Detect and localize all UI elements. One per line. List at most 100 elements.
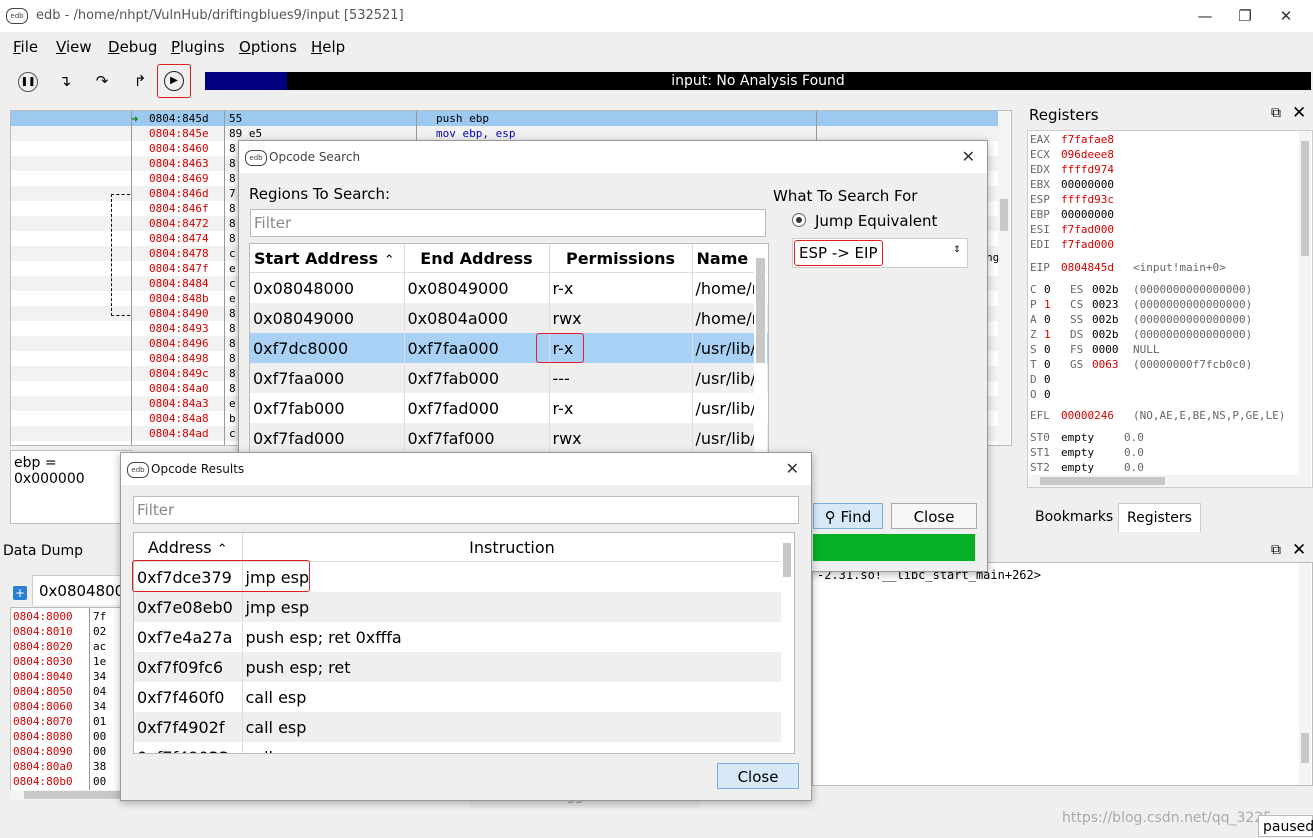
search-close-button[interactable]: Close — [891, 503, 977, 529]
float-panel-icon[interactable]: ⧉ — [1271, 105, 1281, 121]
minimize-icon[interactable]: — — [1195, 6, 1215, 26]
run-button[interactable]: ▶ — [157, 64, 191, 98]
col-start-address[interactable]: Start Address ⌃ — [250, 244, 405, 273]
region-row[interactable]: 0xf7fab000 0xf7fad000 r-x/usr/lib/ — [250, 393, 768, 423]
segment-value[interactable]: 002b — [1092, 313, 1119, 326]
add-tab-icon[interactable]: + — [13, 586, 27, 600]
results-scrollbar[interactable] — [781, 533, 793, 753]
find-button[interactable]: ⚲ Find — [813, 503, 883, 529]
fpu-register-state[interactable]: empty — [1061, 461, 1094, 474]
dump-row[interactable]: 0804:8080 00 — [13, 729, 106, 744]
register-value[interactable]: f7fafae8 — [1061, 133, 1114, 146]
segment-value[interactable]: 0063 — [1092, 358, 1119, 371]
opcode-results-close-icon[interactable]: ✕ — [786, 459, 799, 478]
dump-row[interactable]: 0804:8020 ac — [13, 639, 106, 654]
dump-row[interactable]: 0804:80a0 38 — [13, 759, 106, 774]
dump-tab[interactable]: 0x0804800 — [32, 575, 127, 605]
result-row[interactable]: 0xf7f49033call esp — [134, 742, 783, 753]
register-value[interactable]: 096deee8 — [1061, 148, 1114, 161]
disasm-scrollbar[interactable] — [998, 111, 1010, 445]
registers-hscroll-thumb[interactable] — [1040, 477, 1165, 485]
result-row[interactable]: 0xf7e08eb0 jmp esp — [134, 592, 783, 622]
disasm-row[interactable]: 0804:845d 55 push ebp — [11, 111, 1001, 126]
result-row[interactable]: 0xf7dce379 jmp esp — [134, 561, 783, 592]
segment-value[interactable]: 0023 — [1092, 298, 1119, 311]
col-end-address[interactable]: End Address — [404, 244, 550, 273]
menu-plugins[interactable]: Plugins — [171, 38, 225, 56]
menu-debug[interactable]: Debug — [108, 38, 157, 56]
register-value[interactable]: 0804845d — [1061, 261, 1114, 274]
dump-hscrollbar[interactable] — [10, 790, 125, 800]
dump-row[interactable]: 0804:8070 01 — [13, 714, 106, 729]
registers-scroll-thumb[interactable] — [1301, 141, 1309, 256]
results-table[interactable]: Address ⌃ Instruction 0xf7dce379 jmp esp 0… — [133, 532, 795, 754]
register-value[interactable]: 00000000 — [1061, 178, 1114, 191]
regions-filter-input[interactable]: Filter — [250, 209, 766, 237]
register-value[interactable]: ffffd93c — [1061, 193, 1114, 206]
segment-value[interactable]: 002b — [1092, 328, 1119, 341]
register-value[interactable]: ffffd974 — [1061, 163, 1114, 176]
register-value[interactable]: 00000246 — [1061, 409, 1114, 422]
dump-row[interactable]: 0804:8050 04 — [13, 684, 106, 699]
search-type-select[interactable]: ESP -> EIP ⇕ — [792, 238, 968, 268]
flag-value[interactable]: 0 — [1044, 313, 1051, 326]
regions-scroll-thumb[interactable] — [756, 258, 765, 363]
stack-close-icon[interactable]: ✕ — [1292, 540, 1306, 560]
step-over-icon[interactable]: ↷ — [89, 68, 115, 94]
menu-file[interactable]: File — [13, 38, 38, 56]
registers-hscrollbar[interactable] — [1028, 475, 1299, 487]
dump-row[interactable]: 0804:8060 34 — [13, 699, 106, 714]
dump-row[interactable]: 0804:80b0 00 — [13, 774, 106, 789]
flag-value[interactable]: 1 — [1044, 298, 1051, 311]
flag-value[interactable]: 0 — [1044, 388, 1051, 401]
col-address[interactable]: Address ⌃ — [134, 533, 243, 562]
flag-value[interactable]: 0 — [1044, 283, 1051, 296]
dump-row[interactable]: 0804:8010 02 — [13, 624, 106, 639]
registers-scrollbar[interactable] — [1299, 131, 1311, 487]
opcode-search-close-icon[interactable]: ✕ — [962, 147, 975, 166]
results-scroll-thumb[interactable] — [783, 543, 791, 577]
disasm-scroll-thumb[interactable] — [1000, 199, 1008, 231]
region-row[interactable]: 0xf7fad000 0xf7faf000 rwx/usr/lib/ — [250, 423, 768, 453]
dump-row[interactable]: 0804:8000 7f — [13, 609, 106, 624]
data-dump-view[interactable]: 0804:8000 7f 0804:8010 02 0804:8020 ac 0804:80… — [10, 607, 127, 794]
disasm-row[interactable]: 0804:845e 89 e5 mov ebp, esp — [11, 126, 1001, 141]
region-row[interactable]: 0xf7faa000 0xf7fab000 ---/usr/lib/ — [250, 363, 768, 393]
result-row[interactable]: 0xf7e4a27a push esp; ret 0xfffa — [134, 622, 783, 652]
col-permissions[interactable]: Permissions — [549, 244, 693, 273]
flag-value[interactable]: 0 — [1044, 343, 1051, 356]
fpu-register-state[interactable]: empty — [1061, 446, 1094, 459]
col-instruction[interactable]: Instruction — [242, 533, 783, 562]
flag-value[interactable]: 1 — [1044, 328, 1051, 341]
tab-bookmarks[interactable]: Bookmarks — [1027, 503, 1121, 531]
dump-row[interactable]: 0804:8030 1e — [13, 654, 106, 669]
stack-scrollbar[interactable] — [1299, 563, 1311, 785]
region-row[interactable]: 0x08048000 0x08049000 r-x/home/n — [250, 272, 768, 303]
maximize-icon[interactable]: ❐ — [1235, 6, 1255, 26]
stack-scroll-thumb[interactable] — [1301, 733, 1309, 763]
close-panel-icon[interactable]: ✕ — [1292, 103, 1306, 123]
dump-hscroll-thumb[interactable] — [24, 791, 124, 799]
register-value[interactable]: 00000000 — [1061, 208, 1114, 221]
registers-view[interactable]: EAX f7fafae8 ECX 096deee8 EDX ffffd974 EBX 0000… — [1027, 130, 1313, 488]
result-row[interactable]: 0xf7f09fc6 push esp; ret — [134, 652, 783, 682]
segment-value[interactable]: 0000 — [1092, 343, 1119, 356]
step-into-icon[interactable]: ↴ — [52, 68, 78, 94]
result-row[interactable]: 0xf7f4902f call esp — [134, 712, 783, 742]
flag-value[interactable]: 0 — [1044, 358, 1051, 371]
step-out-icon[interactable]: ↱ — [127, 68, 153, 94]
tab-registers[interactable]: Registers — [1118, 503, 1201, 532]
close-icon[interactable]: ✕ — [1276, 6, 1296, 26]
results-filter-input[interactable]: Filter — [133, 496, 799, 524]
menu-view[interactable]: View — [56, 38, 92, 56]
jump-equivalent-radio[interactable] — [792, 213, 806, 227]
results-close-button[interactable]: Close — [717, 763, 799, 789]
region-row[interactable]: 0x08049000 0x0804a000 rwx/home/n — [250, 303, 768, 333]
register-value[interactable]: f7fad000 — [1061, 238, 1114, 251]
register-value[interactable]: f7fad000 — [1061, 223, 1114, 236]
region-row[interactable]: 0xf7dc8000 0xf7faa000 r-x/usr/lib/ — [250, 333, 768, 363]
menu-help[interactable]: Help — [311, 38, 345, 56]
flag-value[interactable]: 0 — [1044, 373, 1051, 386]
result-row[interactable]: 0xf7f460f0 call esp — [134, 682, 783, 712]
segment-value[interactable]: 002b — [1092, 283, 1119, 296]
